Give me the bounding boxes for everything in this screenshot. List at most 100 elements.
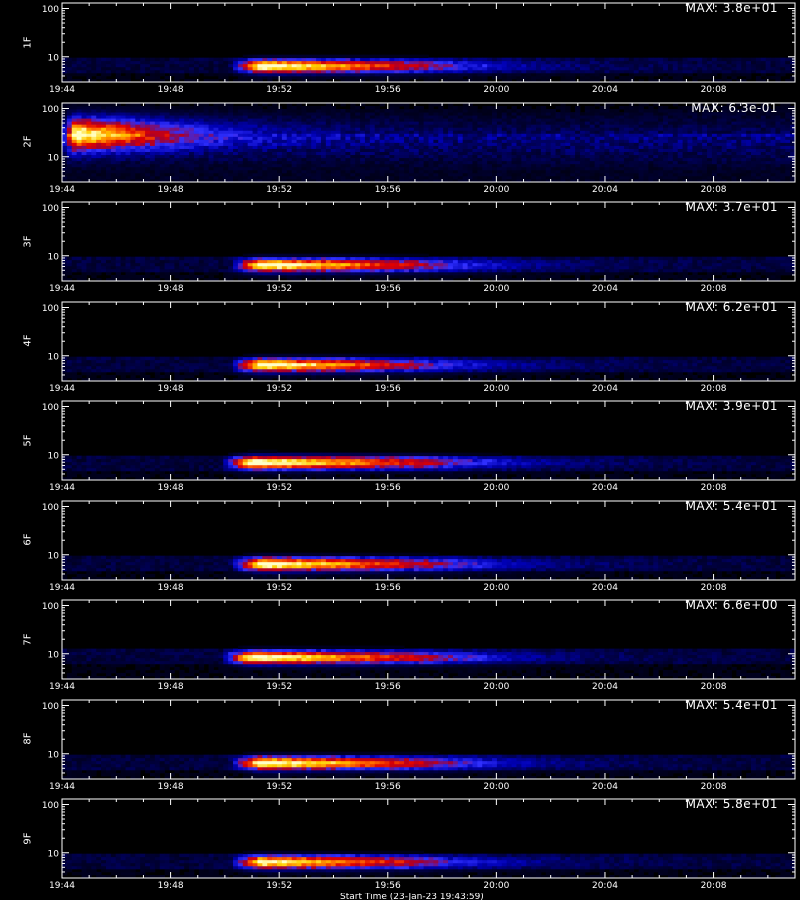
- heatmap-cell: [452, 154, 459, 158]
- heatmap-cell: [633, 72, 640, 77]
- heatmap-cell: [506, 142, 512, 146]
- heatmap-cell: [330, 129, 337, 134]
- heatmap-cell: [335, 120, 341, 125]
- heatmap-cell: [399, 114, 405, 119]
- heatmap-cell: [687, 123, 693, 128]
- heatmap-cell: [76, 138, 82, 143]
- heatmap-cell: [335, 142, 341, 146]
- heatmap-cell: [521, 57, 527, 62]
- heatmap-cell: [174, 148, 180, 152]
- heatmap-cell: [711, 175, 718, 179]
- heatmap-cell: [193, 63, 200, 68]
- heatmap-cell: [682, 66, 688, 71]
- heatmap-cell: [428, 166, 434, 170]
- heatmap-cell: [62, 102, 68, 106]
- heatmap-cell: [394, 126, 400, 131]
- heatmap-cell: [452, 175, 459, 179]
- heatmap-cell: [707, 154, 713, 158]
- heatmap-cell: [780, 163, 786, 167]
- heatmap-cell: [487, 114, 493, 119]
- heatmap-cell: [218, 172, 224, 176]
- heatmap-cell: [149, 72, 156, 77]
- heatmap-cell: [140, 114, 146, 119]
- heatmap-cell: [677, 166, 684, 170]
- heatmap-cell: [765, 148, 771, 152]
- heatmap-cell: [394, 111, 400, 116]
- heatmap-cell: [545, 175, 552, 179]
- heatmap-cell: [135, 142, 141, 146]
- heatmap-cell: [228, 63, 234, 68]
- heatmap-cell: [555, 169, 561, 173]
- heatmap-cell: [257, 54, 263, 59]
- heatmap-cell: [71, 172, 78, 176]
- heatmap-cell: [76, 120, 82, 125]
- heatmap-cell: [120, 105, 126, 109]
- heatmap-cell: [105, 154, 112, 158]
- heatmap-cell: [462, 151, 468, 155]
- heatmap-cell: [653, 160, 659, 164]
- heatmap-cell: [633, 166, 640, 170]
- heatmap-cell: [438, 108, 444, 113]
- heatmap-cell: [770, 126, 776, 131]
- heatmap-cell: [193, 132, 200, 137]
- heatmap-cell: [345, 63, 351, 68]
- heatmap-cell: [262, 160, 268, 164]
- heatmap-cell: [511, 60, 517, 65]
- heatmap-cell: [658, 108, 664, 113]
- heatmap-cell: [242, 166, 249, 170]
- heatmap-cell: [643, 151, 649, 155]
- heatmap-cell: [604, 138, 610, 143]
- heatmap-cell: [448, 120, 454, 125]
- heatmap-cell: [242, 114, 249, 119]
- heatmap-cell: [306, 135, 312, 140]
- heatmap-cell: [726, 160, 732, 164]
- heatmap-cell: [242, 54, 249, 59]
- heatmap-cell: [66, 166, 73, 170]
- heatmap-cell: [648, 126, 654, 131]
- heatmap-cell: [589, 69, 596, 74]
- heatmap-cell: [663, 69, 669, 74]
- heatmap-cell: [125, 172, 131, 176]
- heatmap-cell: [653, 163, 659, 167]
- heatmap-cell: [619, 145, 625, 149]
- heatmap-cell: [526, 145, 532, 149]
- heatmap-cell: [726, 132, 732, 137]
- heatmap-cell: [584, 123, 591, 128]
- heatmap-cell: [404, 135, 410, 140]
- heatmap-cell: [325, 142, 332, 146]
- heatmap-cell: [555, 129, 561, 134]
- heatmap-cell: [179, 105, 185, 109]
- spectrogram-panel-1f: 19:44 19:48 19:52 19:56 20:00 20:04 20:08 100 10…: [0, 0, 800, 100]
- heatmap-cell: [66, 145, 73, 149]
- heatmap-cell: [267, 175, 273, 179]
- heatmap-cell: [726, 135, 732, 140]
- heatmap-cell: [692, 129, 698, 134]
- heatmap-cell: [277, 145, 283, 149]
- heatmap-cell: [389, 108, 395, 113]
- heatmap-cell: [619, 129, 625, 134]
- heatmap-cell: [643, 108, 649, 113]
- heatmap-cell: [325, 154, 332, 158]
- heatmap-cell: [247, 163, 253, 167]
- heatmap-cell: [746, 148, 752, 152]
- heatmap-cell: [404, 66, 410, 71]
- heatmap-cell: [589, 117, 596, 122]
- heatmap-cell: [575, 151, 581, 155]
- heatmap-cell: [189, 132, 195, 137]
- heatmap-cell: [770, 66, 776, 71]
- heatmap-cell: [482, 105, 488, 109]
- heatmap-cell: [169, 172, 175, 176]
- heatmap-cell: [213, 123, 219, 128]
- heatmap-cell: [550, 135, 556, 140]
- heatmap-cell: [697, 175, 703, 179]
- heatmap-cell: [340, 111, 346, 116]
- heatmap-cell: [516, 148, 522, 152]
- heatmap-cell: [154, 160, 161, 164]
- heatmap-cell: [174, 166, 180, 170]
- heatmap-cell: [86, 135, 92, 140]
- heatmap-cell: [316, 138, 322, 143]
- heatmap-cell: [707, 138, 713, 143]
- heatmap-cell: [350, 138, 356, 143]
- heatmap-cell: [135, 66, 141, 71]
- heatmap-cell: [506, 57, 512, 62]
